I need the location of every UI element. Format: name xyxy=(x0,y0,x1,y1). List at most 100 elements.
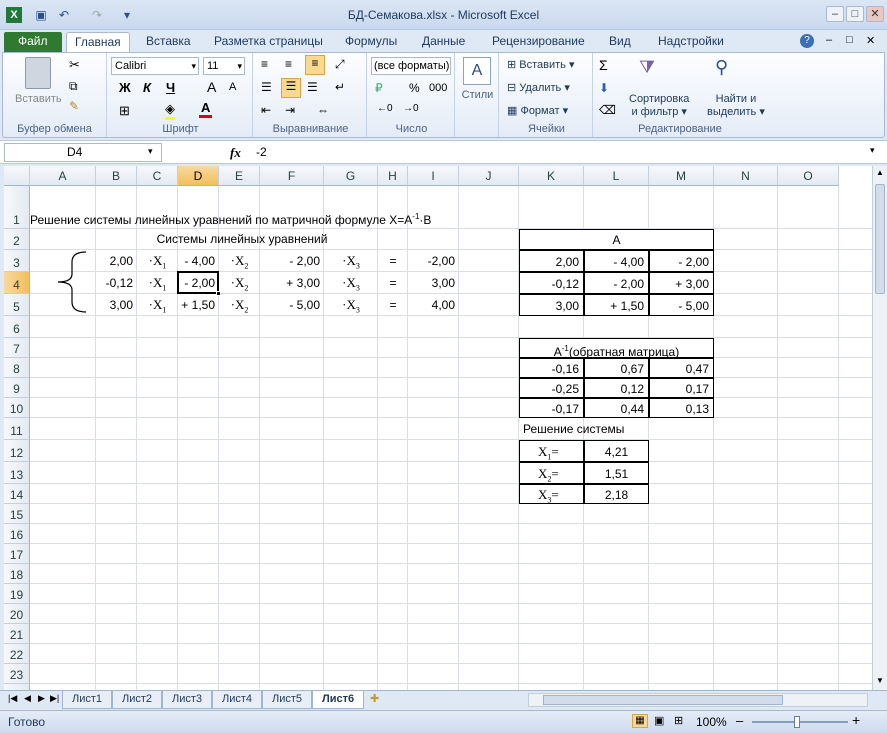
x1-term-r3[interactable]: ·X1 xyxy=(137,250,178,272)
expand-formula-icon[interactable]: ▾ xyxy=(870,145,875,156)
zoom-level[interactable]: 100% xyxy=(696,715,727,729)
column-header-b[interactable]: B xyxy=(96,166,137,186)
worksheet-grid[interactable]: ABCDEFGHIJKLMNO 1 2 3 4 5 6 7 8 9 10 11 12 13 14 15 16 1… xyxy=(4,166,872,690)
group-styles[interactable]: A Стили xyxy=(457,53,499,137)
name-box-dropdown-icon[interactable]: ▾ xyxy=(148,146,153,157)
row-header-20[interactable]: 20 xyxy=(4,604,30,624)
new-sheet-icon[interactable]: ✚ xyxy=(370,692,379,705)
formula-input[interactable]: -2 xyxy=(256,145,267,159)
sheet-nav-last-icon[interactable]: ▶| xyxy=(50,693,59,704)
maximize-button[interactable]: □ xyxy=(846,6,864,22)
coef-a1-r3[interactable]: 2,00 xyxy=(96,250,137,272)
inverse-cell[interactable]: 0,12 xyxy=(584,378,649,398)
bold-button[interactable]: Ж xyxy=(119,80,131,95)
rhs-b-r3[interactable]: -2,00 xyxy=(408,250,459,272)
merge-cells-icon[interactable]: ⇔ xyxy=(317,103,329,117)
row-header-6[interactable]: 6 xyxy=(4,316,30,338)
percent-button[interactable]: % xyxy=(409,81,420,95)
row-header-11[interactable]: 11 xyxy=(4,418,30,440)
x2-term-r5[interactable]: ·X2 xyxy=(219,294,260,316)
copy-icon[interactable]: ⧉ xyxy=(69,79,78,94)
row-header-4[interactable]: 4 xyxy=(4,272,30,294)
paste-button[interactable]: Вставить xyxy=(15,93,62,105)
decrease-indent-icon[interactable]: ⇤ xyxy=(261,103,271,117)
zoom-in-button[interactable]: + xyxy=(852,712,860,728)
format-painter-icon[interactable]: ✎ xyxy=(69,99,79,113)
x2-term-r4[interactable]: ·X2 xyxy=(219,272,260,294)
inverse-cell[interactable]: 0,47 xyxy=(649,358,714,378)
solution-value-r12[interactable]: 4,21 xyxy=(584,440,649,462)
tab-formulas[interactable]: Формулы xyxy=(337,32,405,52)
row-header-9[interactable]: 9 xyxy=(4,378,30,398)
inverse-cell[interactable]: 0,44 xyxy=(584,398,649,418)
systems-caption[interactable]: Системы линейных уравнений xyxy=(96,229,378,250)
sheet-tab-1[interactable]: Лист1 xyxy=(62,691,113,709)
fill-icon[interactable]: ⬇ xyxy=(599,81,609,95)
coef-a2-r3[interactable]: - 4,00 xyxy=(178,250,219,272)
solution-value-r13[interactable]: 1,51 xyxy=(584,462,649,484)
doc-minimize-button[interactable]: – xyxy=(826,34,832,46)
row-header-10[interactable]: 10 xyxy=(4,398,30,418)
tab-view[interactable]: Вид xyxy=(601,32,639,52)
scroll-down-icon[interactable]: ▼ xyxy=(876,676,884,685)
cut-icon[interactable]: ✂ xyxy=(69,57,80,73)
inverse-cell[interactable]: -0,25 xyxy=(519,378,584,398)
zoom-slider[interactable] xyxy=(752,716,848,728)
solution-label-r14[interactable]: X3= xyxy=(519,484,584,505)
sheet-tab-6[interactable]: Лист6 xyxy=(312,691,365,709)
rhs-b-r5[interactable]: 4,00 xyxy=(408,294,459,316)
borders-icon[interactable]: ⊞ xyxy=(119,103,130,119)
column-header-e[interactable]: E xyxy=(219,166,260,186)
row-header-13[interactable]: 13 xyxy=(4,462,30,484)
row-header-2[interactable]: 2 xyxy=(4,229,30,250)
x3-term-r5[interactable]: ·X3 xyxy=(324,294,378,316)
doc-close-button[interactable]: ✕ xyxy=(866,34,875,47)
fx-button[interactable]: fx xyxy=(230,145,241,161)
tab-insert[interactable]: Вставка xyxy=(138,32,199,52)
select-all-corner[interactable] xyxy=(4,166,30,186)
column-header-d[interactable]: D xyxy=(178,166,219,186)
page-layout-view-icon[interactable]: ▣ xyxy=(654,714,664,727)
vertical-scrollbar[interactable]: ▲ ▼ xyxy=(872,166,887,690)
thousands-button[interactable]: 000 xyxy=(429,82,447,94)
minimize-button[interactable]: – xyxy=(826,6,844,22)
inverse-cell[interactable]: 0,67 xyxy=(584,358,649,378)
column-header-h[interactable]: H xyxy=(378,166,408,186)
font-color-button[interactable]: A xyxy=(199,100,213,118)
x1-term-r4[interactable]: ·X1 xyxy=(137,272,178,294)
font-size-select[interactable]: 11 ▾ xyxy=(203,57,245,75)
underline-button[interactable]: Ч xyxy=(166,80,175,95)
column-header-f[interactable]: F xyxy=(260,166,324,186)
page-break-view-icon[interactable]: ⊞ xyxy=(674,714,683,727)
align-center-icon[interactable]: ☰ xyxy=(281,78,301,98)
scroll-thumb[interactable] xyxy=(875,184,885,294)
row-header-3[interactable]: 3 xyxy=(4,250,30,272)
tab-data[interactable]: Данные xyxy=(414,32,473,52)
row-header-15[interactable]: 15 xyxy=(4,504,30,524)
tab-addins[interactable]: Надстройки xyxy=(650,32,732,52)
sheet-nav-prev-icon[interactable]: ◀ xyxy=(24,693,31,704)
row-header-22[interactable]: 22 xyxy=(4,644,30,664)
font-name-select[interactable]: Calibri ▾ xyxy=(111,57,199,75)
coef-a3-r5[interactable]: - 5,00 xyxy=(260,294,324,316)
coef-a1-r5[interactable]: 3,00 xyxy=(96,294,137,316)
orientation-icon[interactable]: ⤢ xyxy=(335,57,345,72)
align-middle-icon[interactable]: ≡ xyxy=(285,57,292,71)
matrix-a-cell[interactable]: - 4,00 xyxy=(584,250,649,272)
rhs-b-r4[interactable]: 3,00 xyxy=(408,272,459,294)
column-header-c[interactable]: C xyxy=(137,166,178,186)
sort-filter-button[interactable]: Сортировка и фильтр ▾ xyxy=(629,93,689,119)
column-header-o[interactable]: O xyxy=(778,166,839,186)
italic-button[interactable]: К xyxy=(143,80,151,95)
column-header-k[interactable]: K xyxy=(519,166,584,186)
align-bottom-icon[interactable]: ≡ xyxy=(305,55,325,75)
coef-a2-r5[interactable]: + 1,50 xyxy=(178,294,219,316)
insert-cells-button[interactable]: ⊞ Вставить ▾ xyxy=(507,58,575,71)
column-header-j[interactable]: J xyxy=(459,166,519,186)
matrix-a-cell[interactable]: + 1,50 xyxy=(584,294,649,316)
equals-r3[interactable]: = xyxy=(378,250,408,272)
shrink-font-button[interactable]: A xyxy=(229,81,236,93)
coef-a3-r4[interactable]: + 3,00 xyxy=(260,272,324,294)
row-header-19[interactable]: 19 xyxy=(4,584,30,604)
matrix-a-cell[interactable]: 3,00 xyxy=(519,294,584,316)
